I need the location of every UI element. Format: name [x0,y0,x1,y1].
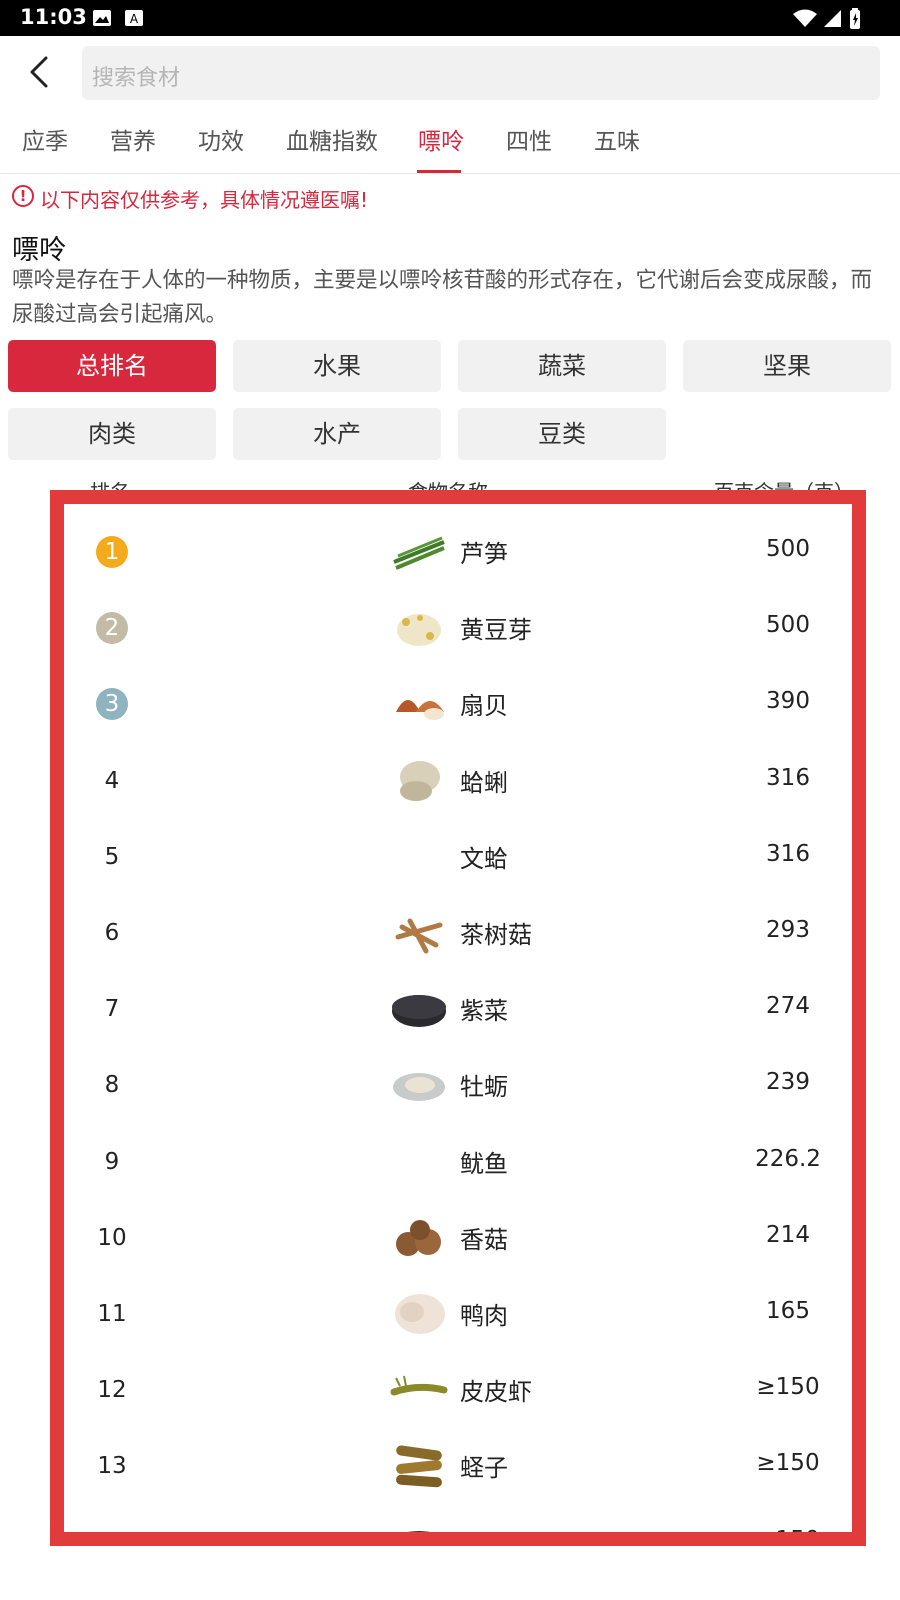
table-row[interactable]: 5 文蛤 316 [0,819,900,895]
chip-fruit[interactable]: 水果 [233,340,441,392]
table-row[interactable]: 4 蛤蜊 316 [0,743,900,819]
purine-content-value: ≥150 [756,1450,820,1477]
rank-number: 5 [104,843,120,870]
chip-seafood[interactable]: 水产 [233,408,441,460]
list-bottom-area [0,1546,900,1600]
purine-content-value: 165 [766,1298,810,1324]
food-name: 牡蛎 [460,1073,508,1102]
purine-content-value: 239 [766,1069,810,1096]
table-row[interactable]: 6 茶树菇 293 [0,895,900,971]
razor-clam-icon [396,1445,442,1488]
tab-five-flavors[interactable]: 五味 [594,122,640,156]
food-name: 扇贝 [460,692,508,721]
exclamation-circle-icon: ! [12,185,34,207]
table-row[interactable]: 13 蛏子 ≥150 [0,1428,900,1504]
chip-meat[interactable]: 肉类 [8,408,216,460]
food-name: 香菇 [460,1225,508,1254]
column-header-food-name: 食物名称 [408,480,488,504]
mantis-shrimp-icon [390,1375,448,1396]
back-arrow-icon[interactable] [18,50,62,94]
scallop-icon [396,700,444,721]
purine-content-value: 390 [766,688,810,715]
duck-icon [395,1294,445,1334]
purine-content-value: 214 [766,1221,810,1248]
tab-purine[interactable]: 嘌呤 [418,122,464,156]
app-notification-icon: A [125,10,143,26]
wifi-icon [793,9,817,27]
food-name: 皮皮虾 [460,1378,532,1407]
purine-content-value: 316 [766,840,810,867]
image-notification-icon [93,10,111,26]
disclaimer-text: 以下内容仅供参考，具体情况遵医嘱! [40,188,369,212]
column-header-content: 百克含量（克） [714,480,854,504]
food-name: 紫菜 [460,997,508,1026]
tab-efficacy[interactable]: 功效 [198,122,244,156]
food-name: 茶树菇 [460,921,532,949]
tab-nutrition[interactable]: 营养 [110,122,156,156]
status-bar: 11:03 A [0,0,900,36]
food-name: 鱿鱼 [460,1149,508,1178]
rank-number: 11 [97,1301,127,1327]
table-row[interactable]: 10 香菇 214 [0,1200,900,1276]
food-name: 黄豆芽 [460,616,532,645]
section-description: 嘌呤是存在于人体的一种物质，主要是以嘌呤核苷酸的形式存在，它代谢后会变成尿酸，而… [12,268,873,327]
chip-beans[interactable]: 豆类 [458,408,666,460]
rank-number: 13 [97,1453,127,1480]
search-placeholder: 搜索食材 [92,66,181,91]
food-name: 蛏子 [460,1454,508,1483]
header: 搜索食材 [0,36,900,108]
table-row[interactable]: 3 扇贝 390 [0,666,900,742]
tab-seasonal[interactable]: 应季 [22,122,68,156]
purine-content-value: 226.2 [755,1145,821,1172]
purine-content-value: ≥150 [756,1374,820,1401]
rank-number: 8 [104,1072,120,1099]
tea-tree-mushroom-icon [395,918,443,954]
status-time: 11:03 [20,5,87,29]
rank-number: 3 [96,688,128,721]
table-row[interactable]: 1 芦笋 500 [0,514,900,590]
food-name: 芦笋 [460,540,508,568]
rank-number: 2 [96,612,128,645]
food-name: 鸭肉 [460,1302,508,1330]
purine-content-value: 274 [766,993,810,1020]
soybean-sprout-icon [397,614,441,647]
tab-glycemic-index[interactable]: 血糖指数 [286,122,378,156]
rank-number: 4 [104,767,120,794]
column-header-rank: 排名 [90,480,130,504]
rank-number: 10 [97,1224,127,1251]
chip-vegetable[interactable]: 蔬菜 [458,340,666,392]
search-input[interactable]: 搜索食材 [82,46,880,100]
purine-content-value: 500 [766,536,810,562]
food-name: 蛤蜊 [460,768,508,797]
asparagus-icon [393,536,445,570]
purine-content-value: 316 [766,764,810,791]
signal-icon [824,10,841,27]
table-row[interactable]: 11 鸭肉 165 [0,1276,900,1352]
rank-number: 7 [104,996,120,1023]
active-tab-indicator [417,170,461,173]
table-row[interactable]: 9 鱿鱼 226.2 [0,1124,900,1200]
chip-nuts[interactable]: 坚果 [683,340,891,392]
table-row[interactable]: 7 紫菜 274 [0,971,900,1047]
purine-content-value: 293 [766,917,810,943]
rank-number: 6 [104,920,120,946]
seaweed-icon [392,995,446,1028]
table-row[interactable]: 12 皮皮虾 ≥150 [0,1352,900,1428]
oyster-icon [393,1073,445,1102]
section-title: 嘌呤 [12,235,66,266]
category-tabs: 应季 营养 功效 血糖指数 嘌呤 四性 五味 [0,108,900,174]
food-name: 文蛤 [460,844,508,873]
tab-four-natures[interactable]: 四性 [506,122,552,156]
table-row[interactable]: 2 黄豆芽 500 [0,590,900,666]
purine-content-value: 500 [766,612,810,639]
battery-icon [850,8,860,29]
shiitake-icon [396,1219,441,1256]
chip-overall-ranking[interactable]: 总排名 [8,340,216,392]
svg-text:A: A [130,12,139,26]
rank-number: 9 [104,1148,120,1175]
clam-icon [400,760,440,801]
rank-number: 1 [96,536,128,568]
rank-number: 12 [97,1377,127,1404]
table-row[interactable]: 8 牡蛎 239 [0,1047,900,1123]
